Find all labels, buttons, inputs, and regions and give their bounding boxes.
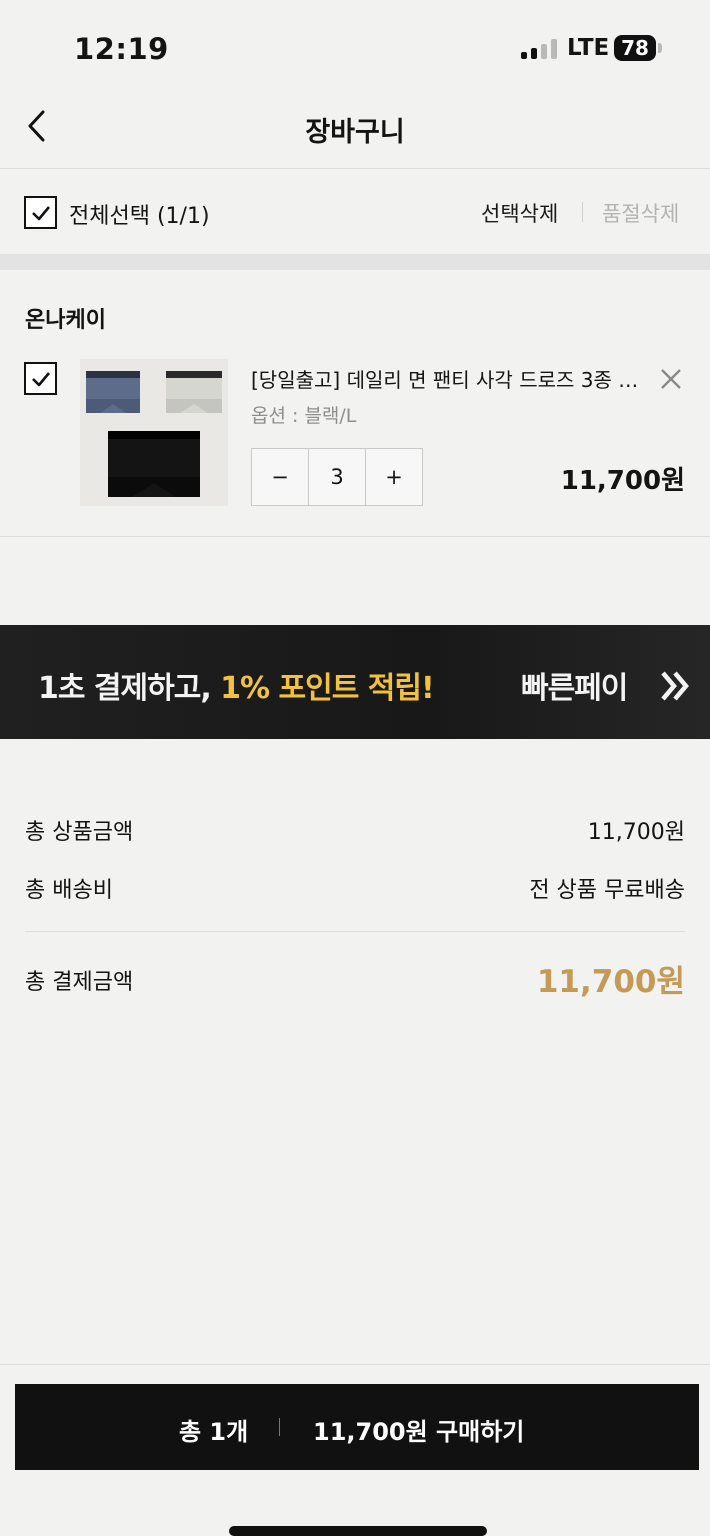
separator <box>582 202 583 222</box>
product-total-value: 11,700원 <box>587 820 685 845</box>
select-all-label[interactable]: 전체선택 (1/1) <box>69 198 210 230</box>
banner-text: 1초 결제하고, 1% 포인트 적립! <box>38 663 435 707</box>
page-header: 장바구니 <box>0 96 710 168</box>
seller-name: 온나케이 <box>25 308 106 333</box>
banner-highlight: 1% 포인트 적립! <box>220 671 435 706</box>
delete-selected-button[interactable]: 선택삭제 <box>481 198 558 228</box>
purchase-label: 11,700원 구매하기 <box>313 1418 525 1446</box>
purchase-count: 총 1개 <box>179 1418 249 1446</box>
product-title[interactable]: [당일출고] 데일리 면 팬티 사각 드로즈 3종 세트 <box>251 364 641 393</box>
quantity-value[interactable]: 3 <box>308 449 366 505</box>
item-checkbox[interactable] <box>24 362 57 395</box>
shipping-value: 전 상품 무료배송 <box>529 878 685 903</box>
battery-tip <box>658 43 662 53</box>
network-type: LTE <box>567 35 610 61</box>
banner-text-prefix: 1초 결제하고, <box>38 671 221 706</box>
increase-quantity-button[interactable]: + <box>366 449 422 505</box>
fast-pay-label: 빠른페이 <box>521 671 628 706</box>
status-time: 12:19 <box>74 32 169 66</box>
item-price: 11,700원 <box>560 466 685 496</box>
delete-soldout-button[interactable]: 품절삭제 <box>602 198 679 228</box>
check-icon <box>32 372 50 387</box>
purchase-button[interactable]: 총 1개 11,700원 구매하기 <box>15 1384 699 1470</box>
section-divider <box>0 254 710 270</box>
shipping-label: 총 배송비 <box>25 878 113 903</box>
status-bar: 12:19 LTE 78 <box>0 0 710 96</box>
decrease-quantity-button[interactable]: − <box>252 449 308 505</box>
fast-pay-banner[interactable]: 1초 결제하고, 1% 포인트 적립! 빠른페이 <box>0 625 710 739</box>
select-all-checkbox[interactable] <box>24 196 57 229</box>
double-chevron-right-icon <box>661 671 689 701</box>
product-thumbnail[interactable] <box>80 359 228 506</box>
divider <box>0 168 710 169</box>
divider <box>25 931 685 932</box>
divider <box>0 536 710 537</box>
signal-icon <box>521 39 559 59</box>
product-option: 옵션 : 블랙/L <box>251 405 357 427</box>
separator <box>279 1418 280 1436</box>
grand-total-value: 11,700원 <box>536 964 685 1000</box>
close-icon[interactable] <box>658 366 684 392</box>
battery-icon: 78 <box>614 35 656 61</box>
page-title: 장바구니 <box>305 117 405 148</box>
product-total-label: 총 상품금액 <box>25 820 134 845</box>
home-indicator[interactable] <box>229 1526 487 1536</box>
grand-total-label: 총 결제금액 <box>25 970 134 995</box>
check-icon <box>32 206 50 221</box>
divider <box>0 1364 710 1365</box>
select-all-bar: 전체선택 (1/1) 선택삭제 품절삭제 <box>0 170 710 254</box>
quantity-stepper: − 3 + <box>251 448 423 506</box>
